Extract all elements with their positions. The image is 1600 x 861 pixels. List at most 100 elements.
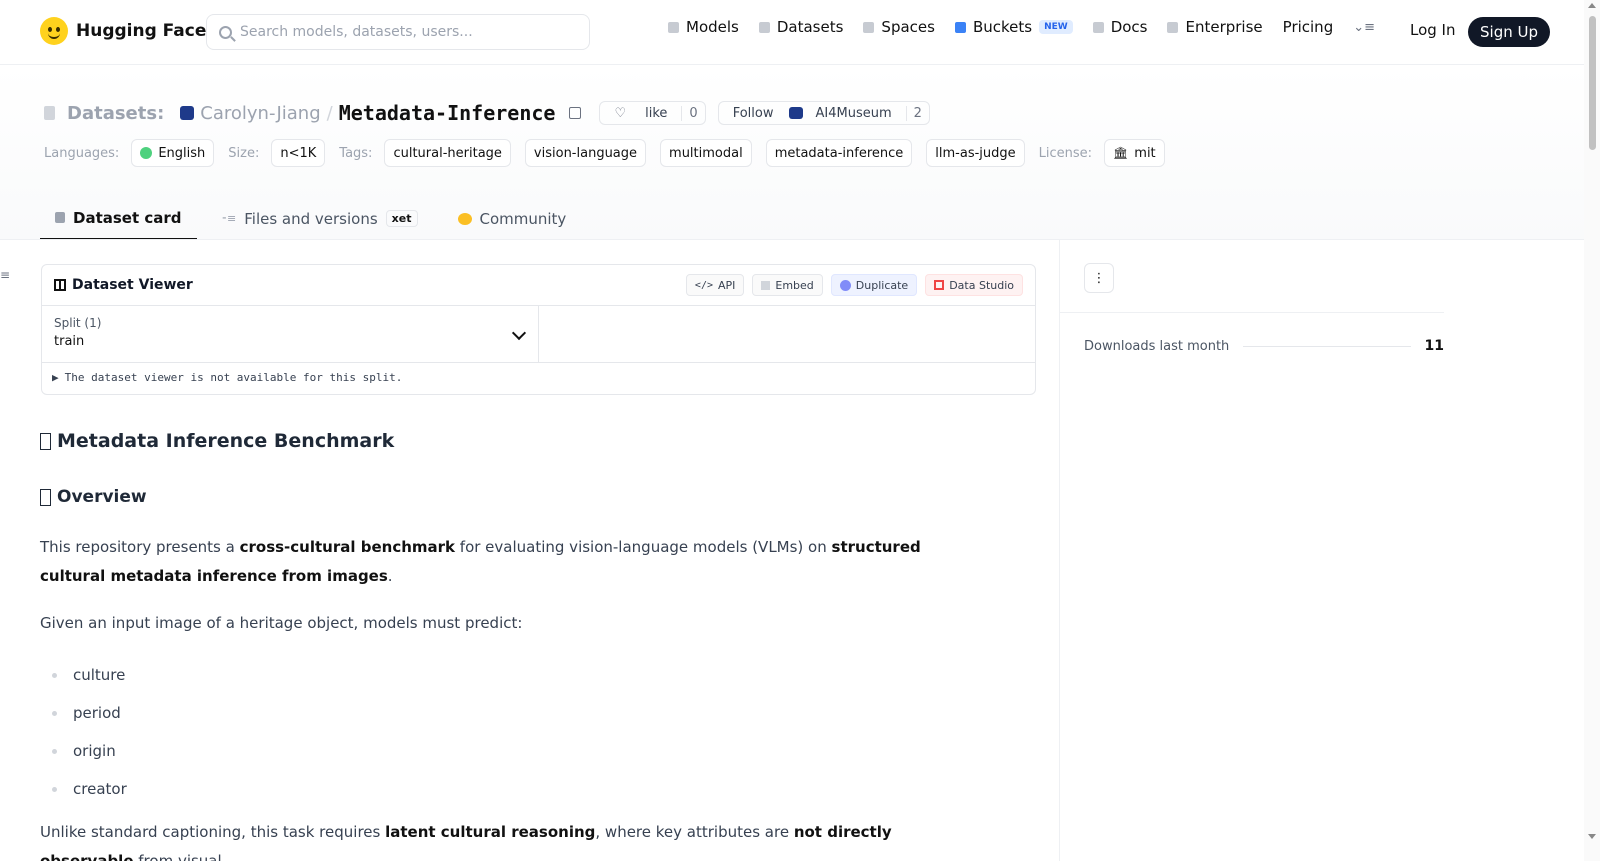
viewer-title: Dataset Viewer bbox=[54, 277, 193, 293]
more-options-button[interactable]: ⋮ bbox=[1084, 263, 1114, 293]
list-item: period bbox=[40, 694, 1030, 732]
code-icon: </> bbox=[694, 279, 713, 291]
like-button[interactable]: ♡ like 0 bbox=[599, 101, 706, 125]
signup-button[interactable]: Sign Up bbox=[1468, 17, 1550, 47]
search-icon bbox=[219, 25, 232, 39]
viewer-header: Dataset Viewer </> API Embed Duplicate Da… bbox=[42, 265, 1035, 306]
tag-item[interactable]: vision-language bbox=[524, 139, 647, 167]
files-icon: ⁃≡ bbox=[221, 212, 237, 225]
community-icon bbox=[457, 212, 472, 225]
viewer-notice[interactable]: ▶ The dataset viewer is not available for… bbox=[42, 363, 1035, 392]
cube-icon bbox=[668, 21, 679, 33]
xet-badge: xet bbox=[385, 210, 418, 227]
book-icon bbox=[1092, 21, 1104, 33]
nav-buckets[interactable]: Buckets NEW bbox=[954, 18, 1073, 36]
nav-docs[interactable]: Docs bbox=[1092, 18, 1147, 36]
overview-heading: Overview bbox=[40, 487, 1030, 507]
brand-logo[interactable]: Hugging Face bbox=[40, 17, 206, 45]
new-badge: NEW bbox=[1039, 20, 1073, 34]
repo-name[interactable]: Metadata-Inference bbox=[339, 101, 556, 125]
card-heading: Metadata Inference Benchmark bbox=[40, 430, 1030, 452]
nav-datasets[interactable]: Datasets bbox=[758, 18, 843, 36]
tag-item[interactable]: llm-as-judge bbox=[926, 139, 1025, 167]
embed-button[interactable]: Embed bbox=[752, 274, 823, 296]
path-separator: / bbox=[326, 102, 333, 124]
brand-name: Hugging Face bbox=[76, 21, 207, 41]
tab-dataset-card[interactable]: Dataset card bbox=[40, 197, 197, 240]
login-link[interactable]: Log In bbox=[1410, 21, 1456, 39]
api-button[interactable]: </> API bbox=[685, 274, 745, 296]
split-row: Split (1) train bbox=[42, 306, 1035, 363]
search-box[interactable] bbox=[206, 14, 590, 50]
repo-type-label[interactable]: Datasets: bbox=[67, 103, 164, 124]
follow-button[interactable]: Follow AI4Museum 2 bbox=[717, 101, 930, 125]
attribute-list: culture period origin creator bbox=[40, 656, 1030, 808]
org-avatar bbox=[789, 107, 804, 119]
tag-item[interactable]: metadata-inference bbox=[765, 139, 913, 167]
header-divider bbox=[0, 239, 1584, 240]
dataset-card: Metadata Inference Benchmark Overview Th… bbox=[40, 430, 1030, 861]
tag-size[interactable]: n<1K bbox=[271, 139, 326, 167]
nav-pricing[interactable]: Pricing bbox=[1283, 18, 1334, 36]
nav-links: Models Datasets Spaces Buckets NEW Docs E… bbox=[668, 18, 1375, 36]
scroll-thumb[interactable] bbox=[1589, 16, 1596, 150]
cube-icon bbox=[55, 212, 65, 223]
more-menu-icon: ⌄≡ bbox=[1353, 19, 1376, 35]
nav-enterprise[interactable]: Enterprise bbox=[1167, 18, 1263, 36]
emoji-placeholder-icon bbox=[40, 488, 51, 506]
like-count: 0 bbox=[681, 105, 704, 121]
tags-row: Languages: English Size: n<1K Tags: cult… bbox=[44, 139, 1171, 167]
table-icon bbox=[934, 280, 945, 290]
downloads-stat: Downloads last month 11 bbox=[1084, 338, 1444, 354]
data-studio-button[interactable]: Data Studio bbox=[925, 274, 1023, 296]
toc-toggle-icon[interactable]: ≡ bbox=[0, 268, 10, 282]
database-icon bbox=[758, 21, 770, 33]
dataset-viewer: Dataset Viewer </> API Embed Duplicate Da… bbox=[41, 264, 1036, 395]
tag-license[interactable]: 🏛 mit bbox=[1104, 139, 1165, 167]
scroll-down-icon[interactable] bbox=[1588, 834, 1596, 839]
repo-tabs: Dataset card ⁃≡ Files and versions xet Com… bbox=[40, 197, 581, 240]
task-paragraph: Given an input image of a heritage objec… bbox=[40, 614, 523, 632]
tag-language[interactable]: English bbox=[131, 139, 215, 167]
grid-icon bbox=[54, 279, 66, 291]
triangle-right-icon: ▶ bbox=[52, 371, 59, 384]
column-divider bbox=[1059, 240, 1060, 861]
top-nav: Hugging Face Models Datasets Spaces Buck… bbox=[0, 0, 1584, 65]
heart-icon: ♡ bbox=[614, 105, 627, 121]
hugging-face-icon bbox=[40, 17, 68, 45]
downloads-count: 11 bbox=[1424, 338, 1444, 354]
emoji-placeholder-icon bbox=[40, 432, 51, 450]
nav-models[interactable]: Models bbox=[668, 18, 739, 36]
nav-spaces[interactable]: Spaces bbox=[863, 18, 935, 36]
spaces-icon bbox=[863, 21, 875, 33]
duplicate-button[interactable]: Duplicate bbox=[830, 274, 918, 296]
follow-count: 2 bbox=[905, 105, 929, 121]
globe-icon bbox=[140, 147, 153, 159]
repo-header: Datasets: Carolyn-Jiang / Metadata-Infer… bbox=[0, 65, 1584, 240]
enterprise-icon bbox=[1167, 21, 1179, 33]
search-input[interactable] bbox=[240, 24, 570, 40]
list-item: origin bbox=[40, 732, 1030, 770]
tag-item[interactable]: cultural-heritage bbox=[384, 139, 511, 167]
bank-icon: 🏛 bbox=[1113, 146, 1129, 160]
scroll-up-icon[interactable] bbox=[1588, 3, 1596, 8]
embed-icon bbox=[761, 280, 771, 290]
repo-title: Datasets: Carolyn-Jiang / Metadata-Infer… bbox=[44, 101, 930, 125]
duplicate-icon bbox=[839, 279, 851, 291]
tab-files[interactable]: ⁃≡ Files and versions xet bbox=[207, 197, 433, 240]
owner-avatar bbox=[180, 106, 195, 120]
bucket-icon bbox=[954, 21, 966, 33]
tag-item[interactable]: multimodal bbox=[660, 139, 752, 167]
tab-community[interactable]: Community bbox=[443, 197, 582, 240]
page-scrollbar[interactable] bbox=[1584, 0, 1600, 861]
overview-paragraph: This repository presents a cross-cultura… bbox=[40, 538, 921, 585]
repo-owner[interactable]: Carolyn-Jiang bbox=[200, 103, 320, 124]
dataset-icon bbox=[44, 106, 55, 120]
copy-icon[interactable] bbox=[569, 107, 582, 119]
list-item: creator bbox=[40, 770, 1030, 808]
viewer-buttons: </> API Embed Duplicate Data Studio bbox=[685, 274, 1023, 296]
list-item: culture bbox=[40, 656, 1030, 694]
reasoning-paragraph: Unlike standard captioning, this task re… bbox=[40, 823, 892, 861]
split-select[interactable]: Split (1) train bbox=[42, 306, 539, 362]
nav-more[interactable]: ⌄≡ bbox=[1353, 20, 1375, 35]
